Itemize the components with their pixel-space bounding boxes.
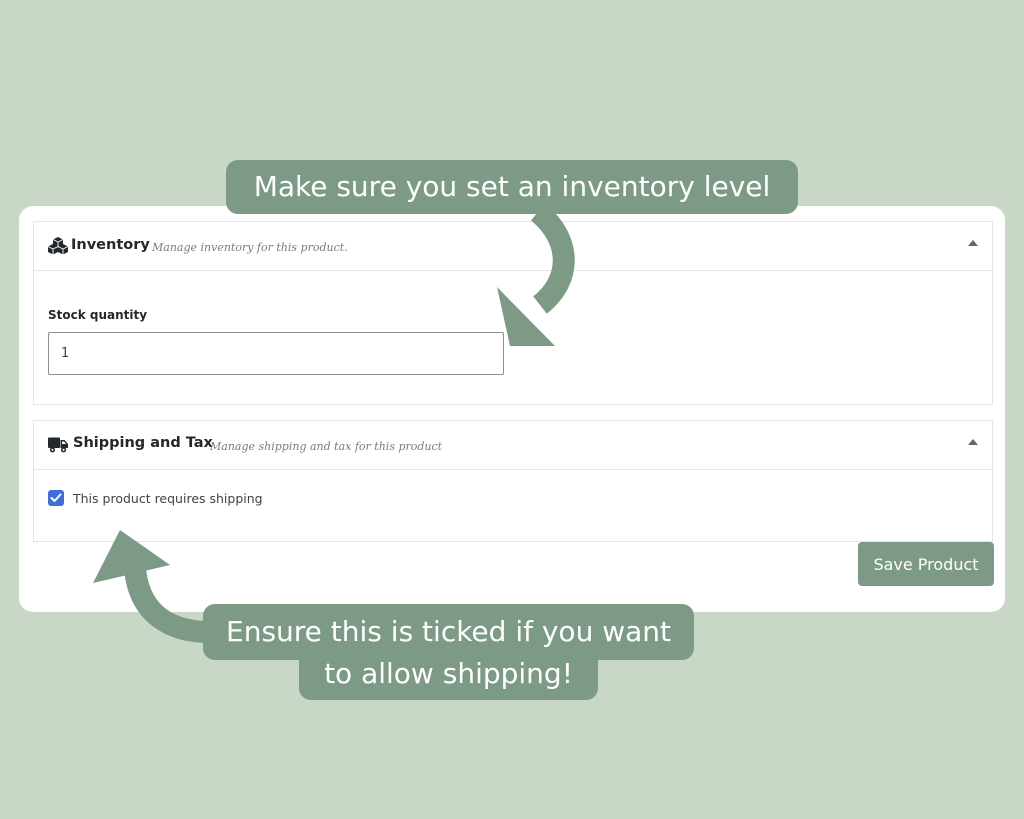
checkmark-icon [50,493,62,502]
save-product-button[interactable]: Save Product [858,542,994,586]
stock-quantity-input[interactable] [48,332,504,375]
shipping-subtitle: Manage shipping and tax for this product [210,440,443,453]
inventory-panel: Inventory Manage inventory for this prod… [33,221,993,405]
callout-shipping-line1: Ensure this is ticked if you want [203,604,694,660]
requires-shipping-row[interactable]: This product requires shipping [48,490,263,506]
stock-quantity-label: Stock quantity [48,308,148,322]
shipping-title: Shipping and Tax [73,435,213,451]
inventory-panel-header[interactable]: Inventory Manage inventory for this prod… [34,222,992,271]
requires-shipping-label[interactable]: This product requires shipping [73,491,263,506]
inventory-subtitle: Manage inventory for this product. [152,241,348,254]
collapse-arrow-icon[interactable] [968,240,978,246]
cubes-icon [47,237,69,255]
truck-icon [48,436,68,454]
shipping-panel-header[interactable]: Shipping and Tax Manage shipping and tax… [34,421,992,470]
callout-inventory: Make sure you set an inventory level [226,160,798,214]
collapse-arrow-icon[interactable] [968,439,978,445]
requires-shipping-checkbox[interactable] [48,490,64,506]
inventory-title: Inventory [71,237,150,253]
shipping-panel: Shipping and Tax Manage shipping and tax… [33,420,993,542]
